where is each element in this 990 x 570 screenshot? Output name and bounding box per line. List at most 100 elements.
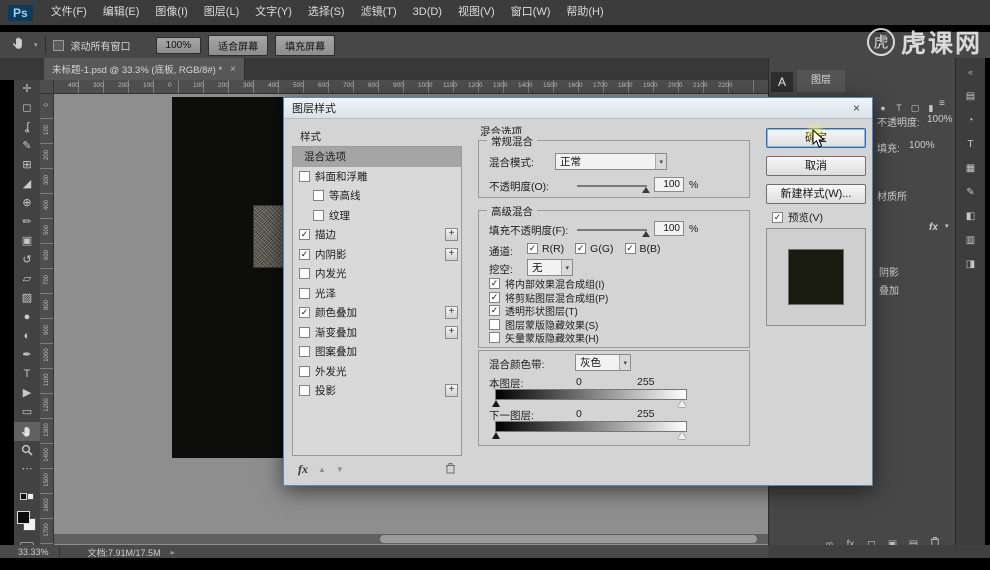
opacity-value[interactable]: 100 — [654, 177, 684, 192]
blend-if-handle[interactable] — [678, 432, 686, 439]
type-tool[interactable]: T — [14, 365, 40, 384]
history-brush-tool[interactable]: ↺ — [14, 251, 40, 270]
add-effect-button[interactable]: + — [445, 325, 458, 339]
menu-item[interactable]: 窗口(W) — [503, 0, 559, 25]
eyedropper-tool[interactable]: ◢ — [14, 175, 40, 194]
eraser-tool[interactable]: ▱ — [14, 270, 40, 289]
close-dialog-icon[interactable]: × — [849, 101, 864, 115]
filter-icon[interactable]: ● — [875, 103, 891, 113]
add-effect-button[interactable]: + — [445, 384, 458, 398]
zoom-level[interactable]: 33.33% — [18, 547, 49, 557]
pen-tool[interactable]: ✒ — [14, 346, 40, 365]
panel-icon[interactable]: ◨ — [961, 255, 981, 274]
menu-item[interactable]: 文字(Y) — [247, 0, 300, 25]
option-checkbox[interactable] — [489, 318, 500, 330]
scroll-all-windows-checkbox[interactable] — [52, 39, 64, 51]
menu-item[interactable]: 3D(D) — [405, 0, 450, 25]
style-checkbox[interactable]: ✓ — [299, 248, 310, 260]
menu-item[interactable]: 编辑(E) — [95, 0, 148, 25]
move-down-icon[interactable]: ▼ — [336, 465, 344, 474]
blend-if-handle[interactable] — [492, 432, 500, 439]
style-item[interactable]: 图案叠加 — [293, 342, 461, 362]
zoom-100-button[interactable]: 100% — [155, 36, 202, 54]
effect-item[interactable]: 叠加 — [879, 282, 899, 297]
menu-item[interactable]: 文件(F) — [43, 0, 95, 25]
option-checkbox[interactable]: ✓ — [489, 291, 500, 303]
style-checkbox[interactable] — [299, 385, 310, 397]
healing-brush-tool[interactable]: ⊕ — [14, 194, 40, 213]
cancel-button[interactable]: 取消 — [766, 156, 866, 176]
menu-item[interactable]: 帮助(H) — [558, 0, 611, 25]
more-tools[interactable]: ⋯ — [14, 460, 40, 479]
blend-mode-select[interactable]: 正常 ▾ — [555, 153, 667, 170]
menu-item[interactable]: 图层(L) — [196, 0, 247, 25]
advanced-option[interactable]: ✓ 透明形状图层(T) — [489, 304, 608, 318]
dialog-title-bar[interactable]: 图层样式 × — [284, 98, 872, 119]
advanced-option[interactable]: ✓ 将剪贴图层混合成组(P) — [489, 291, 608, 305]
delete-effect-icon[interactable] — [445, 462, 456, 477]
style-item[interactable]: 光泽 — [293, 284, 461, 304]
shape-tool[interactable]: ▭ — [14, 403, 40, 422]
advanced-option[interactable]: 矢量蒙版隐藏效果(H) — [489, 331, 608, 345]
style-checkbox[interactable]: ✓ — [299, 229, 310, 241]
blend-if-handle[interactable] — [678, 400, 686, 407]
option-checkbox[interactable] — [489, 332, 500, 344]
menu-item[interactable]: 图像(I) — [147, 0, 195, 25]
foreground-color-swatch[interactable] — [17, 511, 30, 524]
channel-checkbox[interactable]: ✓ — [527, 243, 538, 254]
scrollbar-thumb[interactable] — [380, 535, 757, 543]
close-tab-icon[interactable]: × — [230, 64, 236, 75]
panel-icon[interactable]: ◧ — [961, 207, 981, 226]
tab-layers[interactable]: 图层 — [797, 70, 845, 92]
document-tab[interactable]: 未标题-1.psd @ 33.3% (底板, RGB/8#) * × — [44, 58, 245, 80]
brush-tool[interactable]: ✏ — [14, 213, 40, 232]
menu-item[interactable]: 滤镜(T) — [353, 0, 405, 25]
dodge-tool[interactable]: ◐ — [14, 327, 40, 346]
style-item[interactable]: ✓ 颜色叠加 + — [293, 303, 461, 323]
style-checkbox[interactable] — [299, 326, 310, 338]
zoom-tool[interactable] — [14, 441, 40, 460]
filter-icon[interactable]: ▮ — [923, 103, 939, 114]
effect-item[interactable]: 阴影 — [879, 264, 899, 279]
blend-if-select[interactable]: 灰色 ▾ — [575, 354, 631, 371]
blend-if-handle[interactable] — [492, 400, 500, 407]
opacity-slider[interactable] — [577, 185, 650, 193]
channel-option[interactable]: ✓ B(B) — [624, 243, 661, 255]
hand-tool[interactable] — [14, 422, 40, 441]
filter-icon[interactable]: ▢ — [907, 103, 923, 114]
status-arrow-icon[interactable]: ▸ — [171, 548, 175, 557]
preview-checkbox[interactable]: ✓ — [772, 212, 783, 223]
style-item[interactable]: ✓ 描边 + — [293, 225, 461, 245]
style-checkbox[interactable]: ✓ — [299, 307, 310, 319]
color-swatches[interactable] — [14, 509, 40, 533]
channel-checkbox[interactable]: ✓ — [624, 243, 636, 254]
texture-sample[interactable] — [253, 205, 285, 268]
style-item[interactable]: ✓ 内阴影 + — [293, 245, 461, 265]
horizontal-scrollbar[interactable] — [54, 534, 768, 544]
style-item[interactable]: 投影 + — [293, 381, 461, 401]
panel-icon[interactable]: T — [961, 135, 981, 154]
fit-screen-button[interactable]: 适合屏幕 — [208, 34, 269, 56]
layers-fill-value[interactable]: 100% — [909, 140, 935, 151]
style-checkbox[interactable] — [299, 365, 310, 377]
style-checkbox[interactable] — [299, 346, 310, 358]
style-item[interactable]: 渐变叠加 + — [293, 323, 461, 343]
style-item[interactable]: 内发光 — [293, 264, 461, 284]
style-item[interactable]: 混合选项 — [293, 147, 461, 167]
add-effect-button[interactable]: + — [445, 306, 458, 320]
menu-item[interactable]: 选择(S) — [300, 0, 353, 25]
quick-selection-tool[interactable]: ✎ — [14, 137, 40, 156]
panel-icon[interactable]: ▤ — [961, 87, 981, 106]
add-effect-button[interactable]: + — [445, 247, 458, 261]
channel-option[interactable]: ✓ G(G) — [575, 243, 614, 255]
preview-option[interactable]: ✓ 预览(V) — [772, 210, 823, 225]
marquee-tool[interactable]: ◻ — [14, 99, 40, 118]
fill-screen-button[interactable]: 填充屏幕 — [275, 34, 336, 56]
fx-expander-icon[interactable]: ▾ — [945, 222, 949, 230]
panel-menu-icon[interactable]: ≡ — [939, 98, 945, 109]
advanced-option[interactable]: ✓ 将内部效果混合成组(I) — [489, 277, 608, 291]
panel-icon[interactable]: ✎ — [961, 183, 981, 202]
add-effect-button[interactable]: + — [445, 228, 458, 242]
default-colors-icon[interactable] — [14, 487, 40, 505]
style-checkbox[interactable] — [313, 209, 324, 221]
